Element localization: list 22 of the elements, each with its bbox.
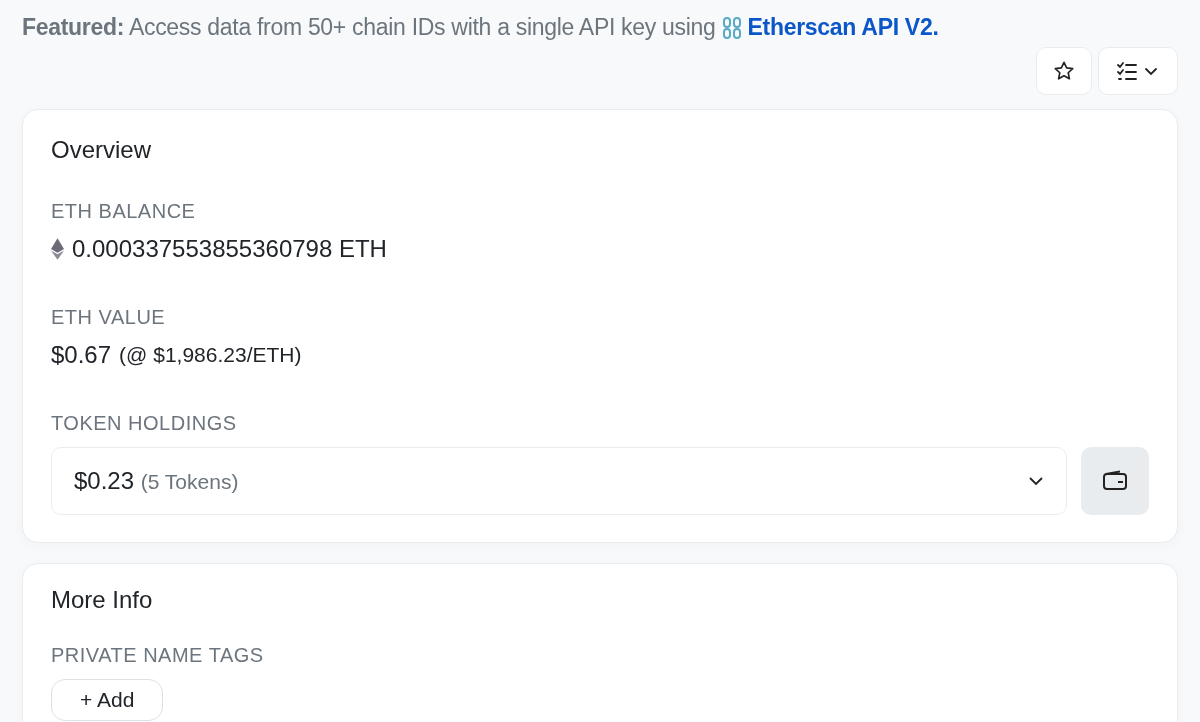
usd-value: $0.67 [51, 341, 112, 369]
balance-value: 0.000337553855360798 ETH [72, 235, 387, 263]
featured-text: Featured: Access data from 50+ chain IDs with a single API key using [22, 14, 716, 41]
field-label: ETH BALANCE [51, 200, 197, 223]
wallet-button[interactable] [1081, 447, 1149, 515]
list-menu-button[interactable] [1098, 47, 1178, 95]
star-icon [1053, 60, 1075, 82]
add-button[interactable]: + Add [51, 679, 164, 721]
card-title: Overview [51, 136, 153, 164]
api-link[interactable]: Etherscan API V2. [747, 14, 939, 41]
ethereum-icon [51, 238, 64, 260]
checklist-icon [1116, 60, 1160, 82]
field-label: PRIVATE NAME TAGS [51, 644, 265, 667]
field-label: ETH VALUE [51, 306, 167, 329]
favorite-button[interactable] [1036, 47, 1092, 95]
wallet-icon [1102, 470, 1128, 492]
token-dropdown[interactable]: $0.23 (5 Tokens) [51, 447, 1067, 515]
eth-rate: (@ $1,986.23/ETH) [119, 343, 302, 367]
card-title: More Info [51, 586, 154, 614]
field-label: TOKEN HOLDINGS [51, 412, 238, 435]
chevron-down-icon [1028, 476, 1044, 486]
chain-icon [721, 15, 742, 40]
